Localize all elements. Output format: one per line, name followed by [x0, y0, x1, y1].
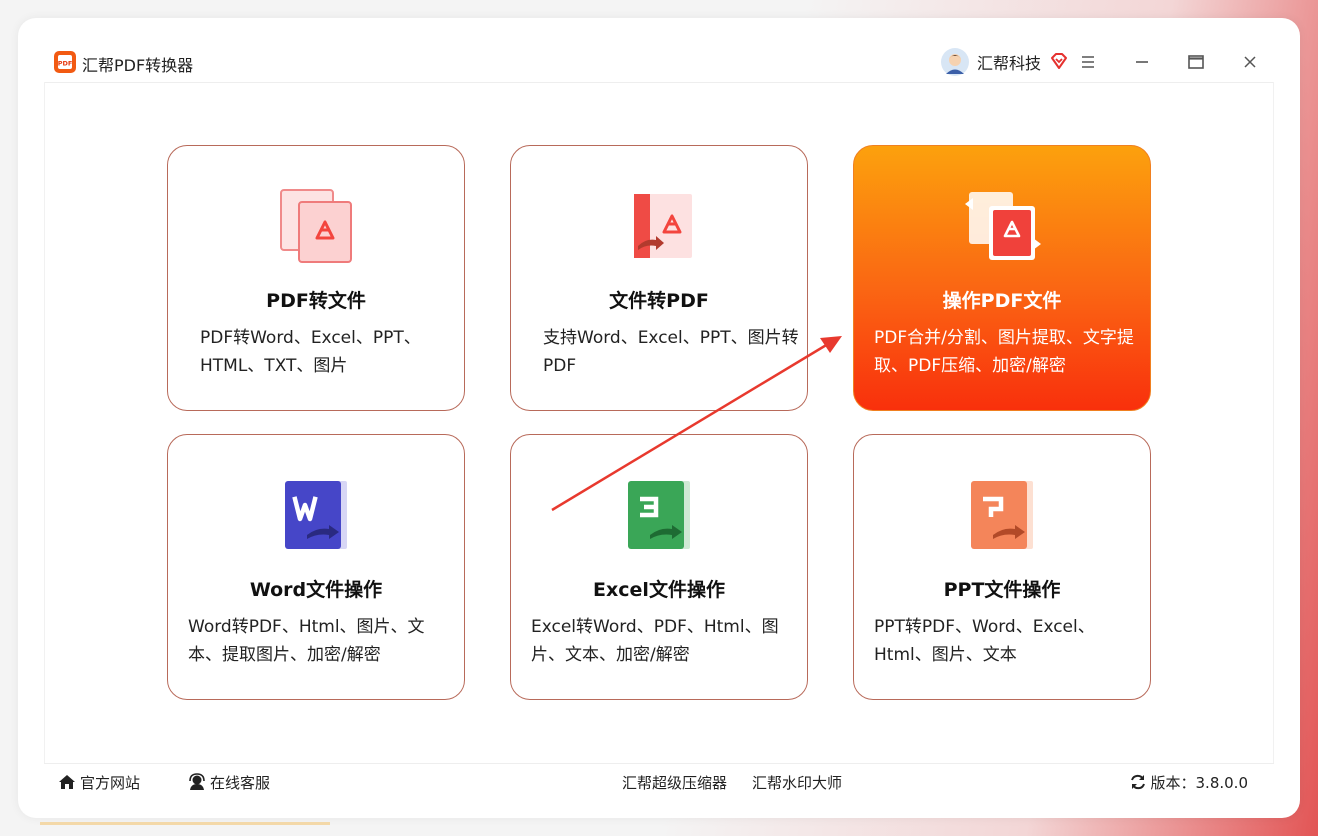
- minimize-icon[interactable]: [1132, 52, 1152, 72]
- refresh-icon: [1130, 774, 1145, 790]
- card-title: 操作PDF文件: [942, 290, 1062, 312]
- card-pdf-to-file[interactable]: PDF转文件 PDF转Word、Excel、PPT、HTML、TXT、图片: [167, 145, 465, 411]
- card-file-to-pdf[interactable]: 文件转PDF 支持Word、Excel、PPT、图片转PDF: [510, 145, 808, 411]
- official-site-link[interactable]: 官方网站: [58, 764, 140, 800]
- official-site-label: 官方网站: [80, 773, 141, 792]
- card-title: Word文件操作: [249, 579, 383, 601]
- app-window: PDF 汇帮PDF转换器 汇帮科技 PDF转文件 PDF转Word、Excel、…: [18, 18, 1300, 818]
- title-bar: PDF 汇帮PDF转换器 汇帮科技: [44, 40, 1274, 83]
- card-title: PDF转文件: [266, 290, 366, 312]
- pdf-logo-icon: PDF: [54, 51, 76, 73]
- file-to-pdf-icon: [634, 194, 692, 258]
- card-title: PPT文件操作: [943, 579, 1061, 601]
- card-description: PDF转Word、Excel、PPT、HTML、TXT、图片: [200, 328, 421, 376]
- avatar: [940, 48, 969, 76]
- card-word-operate[interactable]: Word文件操作 Word转PDF、Html、图片、文本、提取图片、加密/解密: [167, 434, 465, 700]
- ppt-icon: [971, 481, 1033, 549]
- watermark-label: 汇帮水印大师: [752, 773, 843, 792]
- pdf-operate-icon: [965, 192, 1041, 260]
- home-icon: [59, 775, 75, 789]
- maximize-icon[interactable]: [1186, 52, 1206, 72]
- version-label: 版本：3.8.0.0: [1150, 773, 1248, 792]
- user-account[interactable]: 汇帮科技: [940, 46, 1068, 78]
- watermark-link[interactable]: 汇帮水印大师: [752, 764, 842, 800]
- version-info[interactable]: 版本：3.8.0.0: [1129, 764, 1248, 800]
- user-name: 汇帮科技: [976, 54, 1041, 73]
- word-icon: [285, 481, 347, 549]
- card-title: Excel文件操作: [593, 579, 725, 601]
- compressor-link[interactable]: 汇帮超级压缩器: [622, 764, 727, 800]
- card-operate-pdf[interactable]: 操作PDF文件 PDF合并/分割、图片提取、文字提取、PDF压缩、加密/解密: [853, 145, 1151, 411]
- close-icon[interactable]: [1240, 52, 1260, 72]
- compressor-label: 汇帮超级压缩器: [622, 773, 728, 792]
- card-description: PPT转PDF、Word、Excel、Html、图片、文本: [874, 617, 1095, 665]
- menu-icon[interactable]: [1078, 52, 1098, 72]
- card-excel-operate[interactable]: Excel文件操作 Excel转Word、PDF、Html、图片、文本、加密/解…: [510, 434, 808, 700]
- online-service-label: 在线客服: [210, 773, 271, 792]
- card-ppt-operate[interactable]: PPT文件操作 PPT转PDF、Word、Excel、Html、图片、文本: [853, 434, 1151, 700]
- excel-icon: [628, 481, 690, 549]
- pdf-to-file-icon: [280, 189, 352, 263]
- svg-text:PDF: PDF: [58, 60, 73, 68]
- card-description: 支持Word、Excel、PPT、图片转PDF: [543, 328, 799, 376]
- card-description: PDF合并/分割、图片提取、文字提取、PDF压缩、加密/解密: [874, 328, 1134, 376]
- app-title: 汇帮PDF转换器: [82, 56, 194, 75]
- online-service-link[interactable]: 在线客服: [188, 764, 270, 800]
- card-description: Excel转Word、PDF、Html、图片、文本、加密/解密: [531, 617, 779, 665]
- vip-diamond-icon[interactable]: [1050, 52, 1068, 70]
- card-title: 文件转PDF: [609, 290, 709, 312]
- footer-bar: 官方网站 在线客服 汇帮超级压缩器 汇帮水印大师 版本：3.8.0.0: [44, 763, 1274, 800]
- progress-line: [40, 822, 330, 825]
- customer-service-icon: [189, 773, 205, 790]
- card-description: Word转PDF、Html、图片、文本、提取图片、加密/解密: [188, 617, 425, 665]
